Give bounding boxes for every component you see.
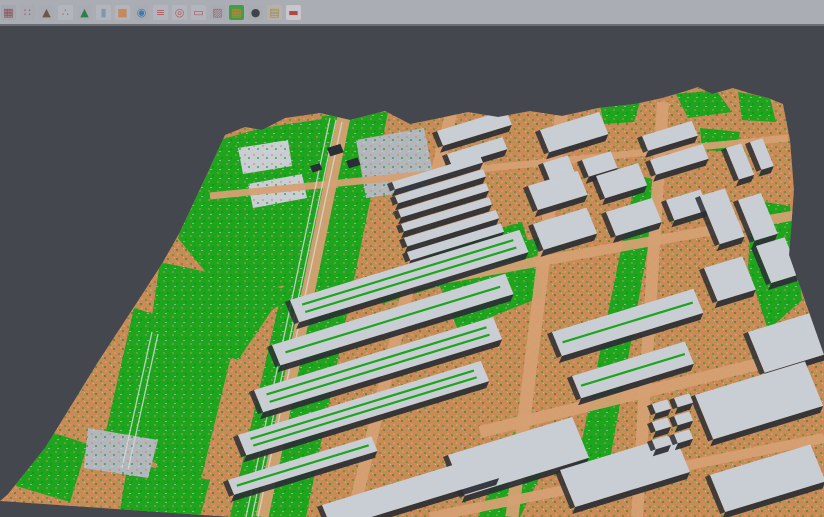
application-window: ▦ ∷ ▲ ∴ ▲ ▮ ■ ◉ ≡ ◎ ▭ ▨ ▦ ● ▤ ▬ — [0, 0, 824, 517]
clip-grid-icon[interactable]: ▨ — [210, 5, 225, 20]
sparse-points-icon[interactable]: ∴ — [58, 5, 73, 20]
toolbar: ▦ ∷ ▲ ∴ ▲ ▮ ■ ◉ ≡ ◎ ▭ ▨ ▦ ● ▤ ▬ — [0, 0, 824, 26]
classified-map-icon[interactable]: ▦ — [229, 5, 244, 20]
green-hill-icon[interactable]: ▲ — [77, 5, 92, 20]
globe-icon[interactable]: ◉ — [134, 5, 149, 20]
ortho-tile-icon[interactable]: ■ — [115, 5, 130, 20]
terrain-mound-icon[interactable]: ▲ — [39, 5, 54, 20]
annotation-icon[interactable]: ▤ — [267, 5, 282, 20]
scene-canvas — [0, 28, 824, 517]
terrain-mesh — [0, 28, 824, 517]
profile-lines-icon[interactable]: ≡ — [153, 5, 168, 20]
viewport-3d[interactable] — [0, 28, 824, 517]
target-ring-icon[interactable]: ◎ — [172, 5, 187, 20]
dark-sphere-icon[interactable]: ● — [248, 5, 263, 20]
flag-stripe-icon[interactable]: ▬ — [286, 5, 301, 20]
scatter-points-icon[interactable]: ∷ — [20, 5, 35, 20]
classify-tool-icon[interactable]: ▦ — [1, 5, 16, 20]
column-panel-icon[interactable]: ▮ — [96, 5, 111, 20]
selection-box-icon[interactable]: ▭ — [191, 5, 206, 20]
